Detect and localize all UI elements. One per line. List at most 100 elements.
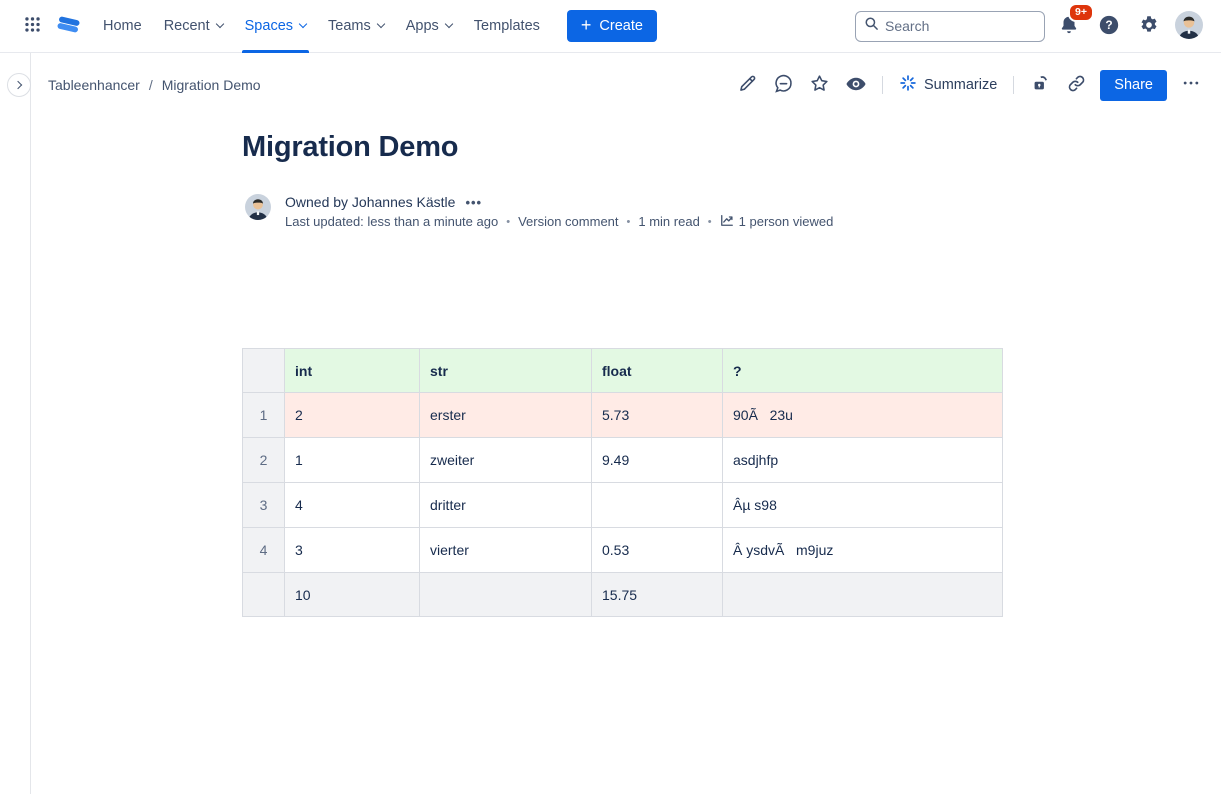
sidebar-expand-button[interactable] [7,73,31,97]
ai-sparkle-icon [899,74,917,96]
summary-row: 10 15.75 [243,573,1003,617]
eye-icon [845,73,867,98]
table-cell [592,483,723,528]
user-avatar [1175,11,1203,42]
table-cell [420,573,592,617]
analytics-viewed[interactable]: 1 person viewed [720,213,834,230]
nav-item-spaces[interactable]: Spaces [234,12,317,40]
page-actions: Summarize Share [732,69,1207,101]
meta-separator: • [708,216,712,228]
column-header: float [592,349,723,393]
nav-item-apps[interactable]: Apps [395,12,463,40]
table-cell: 5.73 [592,393,723,438]
gear-icon [1138,14,1160,39]
svg-text:?: ? [1105,18,1112,32]
viewed-count-text: 1 person viewed [739,214,834,229]
chevron-down-icon [445,20,453,28]
table-row: 12erster5.7390Ã 23u [243,393,1003,438]
profile-avatar-button[interactable] [1173,10,1205,42]
search-box[interactable] [855,11,1045,42]
table-cell: Âµ s98 [723,483,1003,528]
chevron-down-icon [376,20,384,28]
favourite-star-button[interactable] [804,69,836,101]
search-input[interactable] [885,18,1036,34]
help-button[interactable]: ? [1093,10,1125,42]
table-cell: Â ysdvÃ m9juz [723,528,1003,573]
table-cell: 15.75 [592,573,723,617]
breadcrumb-separator: / [149,77,153,93]
confluence-logo[interactable] [52,10,84,42]
owned-by-text: Owned by Johannes Kästle [285,194,455,210]
create-button[interactable]: + Create [567,10,657,42]
restrictions-button[interactable] [1024,69,1056,101]
nav-item-label: Teams [328,18,371,34]
summarize-button[interactable]: Summarize [893,70,1003,100]
copy-link-button[interactable] [1060,69,1092,101]
sidebar-rail [30,53,31,794]
watch-button[interactable] [840,69,872,101]
owner-avatar[interactable] [245,194,271,230]
breadcrumb: Tableenhancer / Migration Demo [48,77,261,93]
ellipsis-icon [1181,73,1201,97]
star-icon [809,73,830,97]
owner-more-button[interactable]: ••• [463,195,484,210]
page-title: Migration Demo [242,131,458,164]
nav-item-label: Recent [164,18,210,34]
corner-cell [243,349,285,393]
column-header: int [285,349,420,393]
table-cell: 90Ã 23u [723,393,1003,438]
nav-item-templates[interactable]: Templates [463,12,551,40]
nav-item-label: Templates [474,18,540,34]
row-number: 2 [243,438,285,483]
unlock-icon [1030,74,1050,97]
search-icon [864,16,879,36]
nav-item-label: Home [103,18,142,34]
nav-item-recent[interactable]: Recent [153,12,234,40]
table-cell: 0.53 [592,528,723,573]
table-cell: zweiter [420,438,592,483]
table-cell: 4 [285,483,420,528]
table-row: 21zweiter9.49asdjhfp [243,438,1003,483]
table-cell: 2 [285,393,420,438]
nav-item-home[interactable]: Home [92,12,153,40]
nav-left: Home Recent Spaces Teams Apps Templates … [16,10,657,42]
edit-button[interactable] [732,69,764,101]
app-switcher-button[interactable] [16,10,48,42]
version-comment-text: Version comment [518,214,618,229]
breadcrumb-page-link[interactable]: Migration Demo [162,77,261,93]
row-number: 3 [243,483,285,528]
comments-button[interactable] [768,69,800,101]
more-actions-button[interactable] [1175,69,1207,101]
table-cell: vierter [420,528,592,573]
breadcrumb-space-link[interactable]: Tableenhancer [48,77,140,93]
table-cell: 3 [285,528,420,573]
meta-separator: • [506,216,510,228]
plus-icon: + [581,16,592,34]
row-number: 1 [243,393,285,438]
divider [1013,76,1014,94]
notification-badge: 9+ [1068,3,1094,22]
table-row: 34dritterÂµ s98 [243,483,1003,528]
table-cell [723,573,1003,617]
app-grid-icon [23,15,42,37]
table-row: 43vierter0.53Â ysdvÃ m9juz [243,528,1003,573]
table-cell: 10 [285,573,420,617]
column-header: str [420,349,592,393]
column-header: ? [723,349,1003,393]
chevron-down-icon [215,20,223,28]
summarize-label: Summarize [924,77,997,93]
nav-item-teams[interactable]: Teams [317,12,395,40]
settings-button[interactable] [1133,10,1165,42]
chevron-right-icon [14,81,22,89]
last-updated-text: Last updated: less than a minute ago [285,214,498,229]
share-button[interactable]: Share [1100,70,1167,101]
chevron-down-icon [299,20,307,28]
table-cell: 9.49 [592,438,723,483]
create-button-label: Create [599,18,643,34]
table-cell: asdjhfp [723,438,1003,483]
notifications-wrap: 9+ [1053,10,1085,42]
pencil-icon [737,73,758,97]
nav-item-label: Apps [406,18,439,34]
link-icon [1066,73,1087,97]
row-number: 4 [243,528,285,573]
